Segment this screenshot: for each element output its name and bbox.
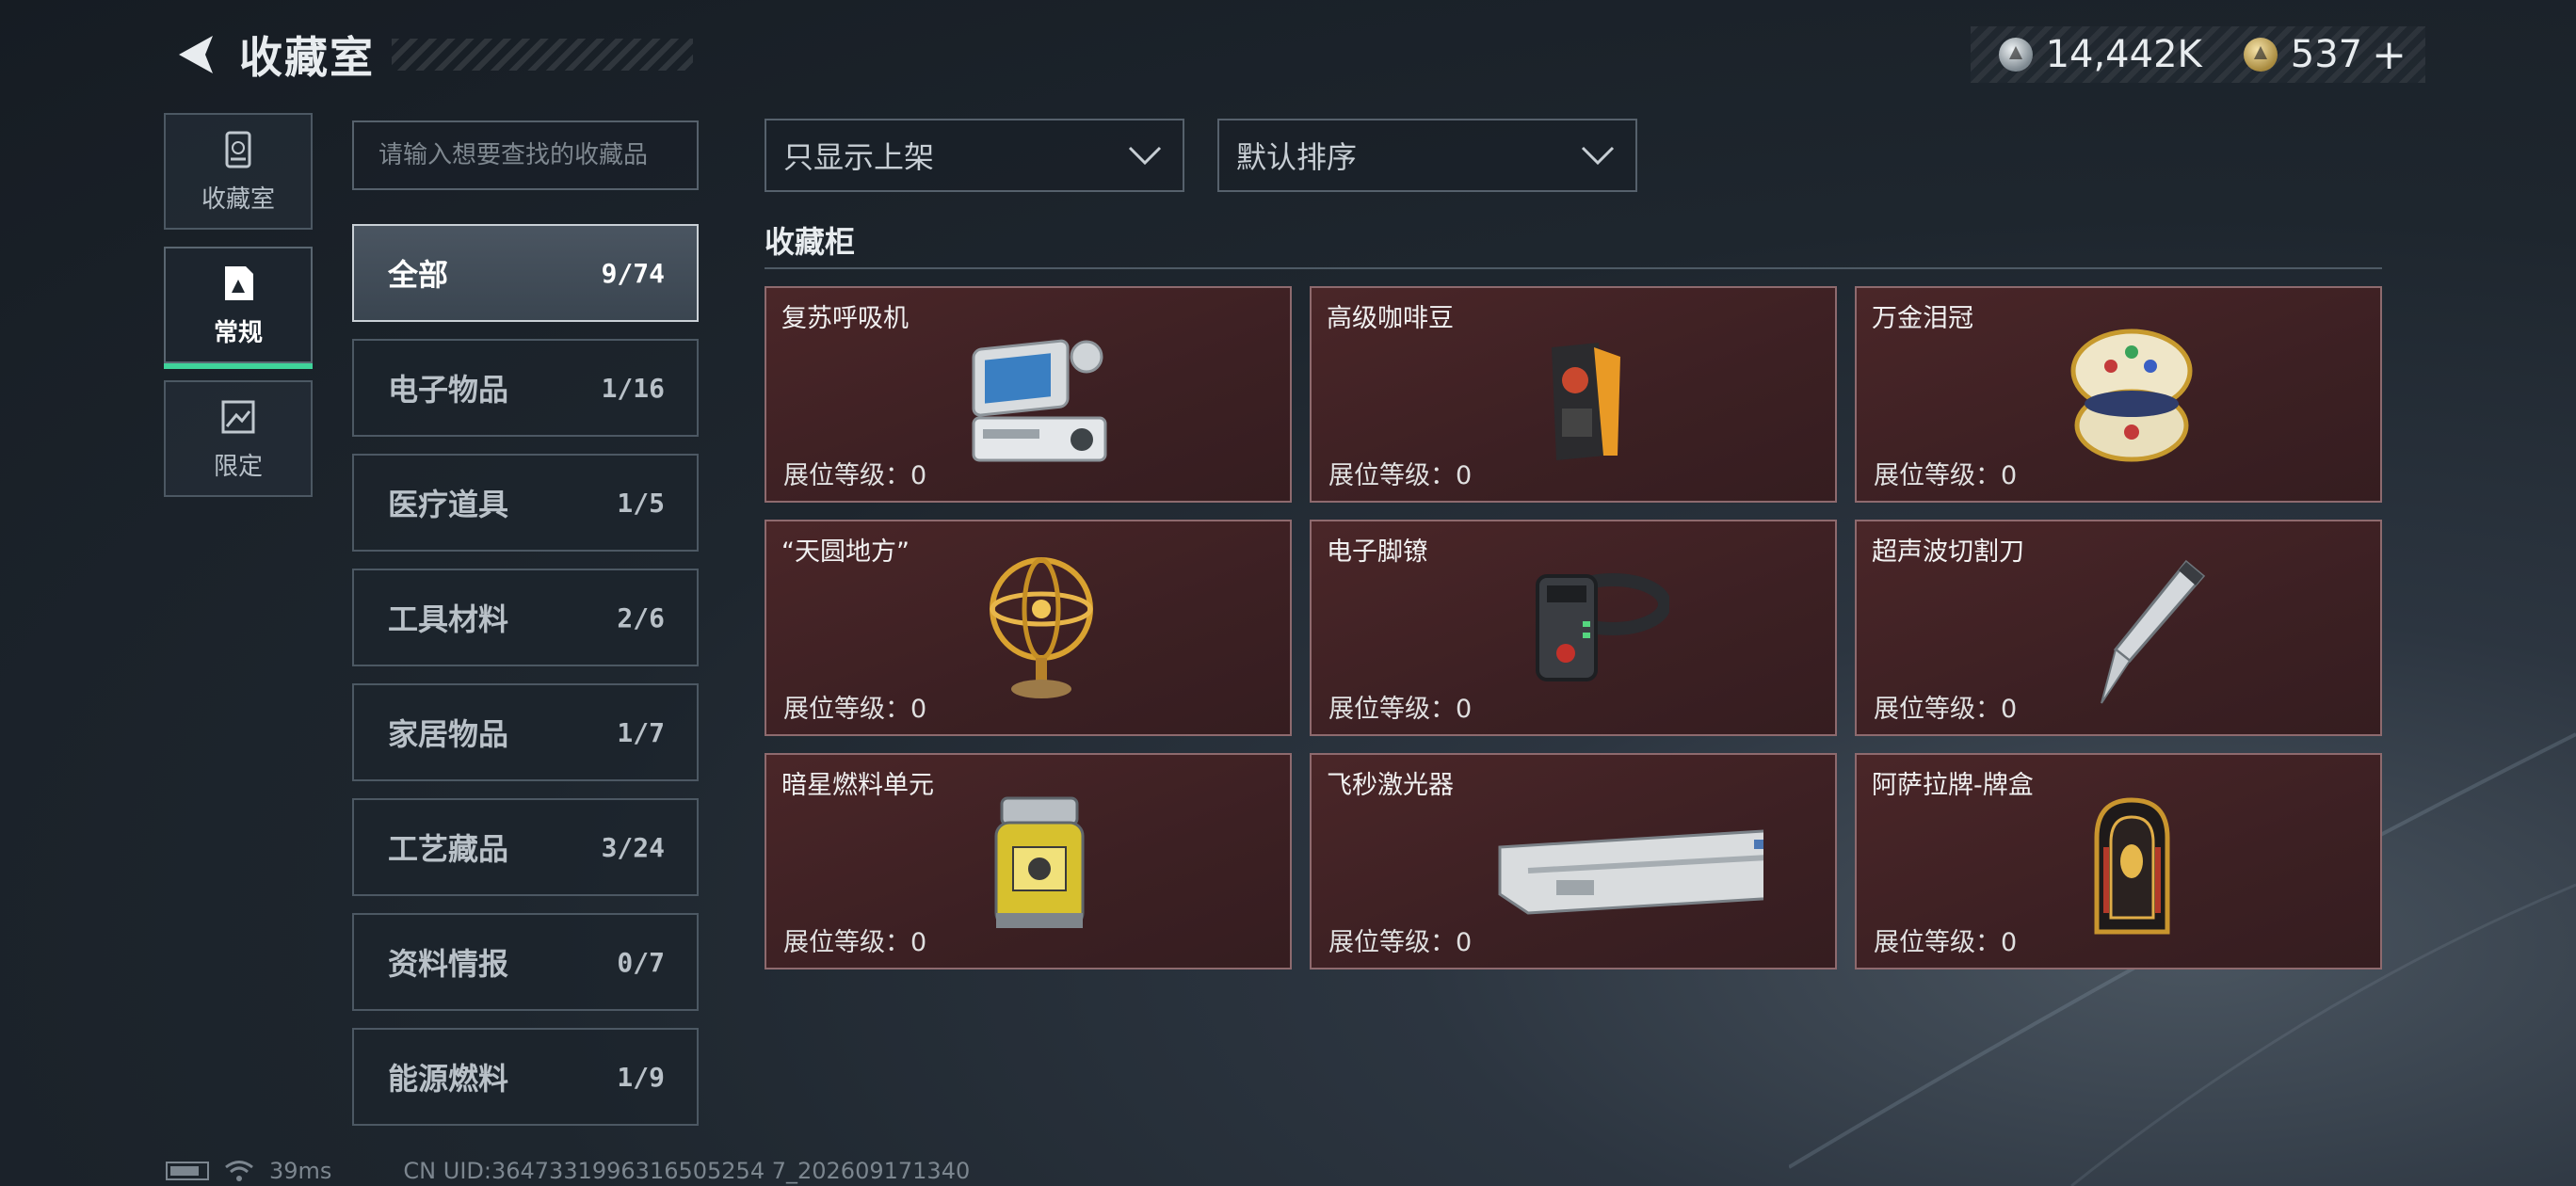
category-label: 工艺藏品: [388, 831, 509, 867]
wifi-icon: [225, 1161, 253, 1181]
coffee-bag-icon: [1552, 343, 1620, 460]
item-level: 展位等级：0: [783, 928, 927, 957]
nav-label: 限定: [213, 452, 263, 481]
category-count: 1/7: [617, 716, 665, 748]
category-label: 医疗道具: [388, 487, 509, 522]
category-label: 能源燃料: [388, 1061, 509, 1097]
category-all[interactable]: 全部 9/74: [352, 224, 699, 322]
item-name: “天圆地方”: [781, 537, 910, 567]
collection-card[interactable]: 万金泪冠 展位等级：0: [1855, 286, 2382, 503]
item-level: 展位等级：0: [1328, 695, 1473, 724]
back-arrow-icon: [179, 36, 213, 73]
item-name: 万金泪冠: [1872, 304, 1973, 333]
category-intel[interactable]: 资料情报 0/7: [352, 913, 699, 1011]
category-crafts[interactable]: 工艺藏品 3/24: [352, 798, 699, 896]
category-medical[interactable]: 医疗道具 1/5: [352, 454, 699, 552]
section-title: 收藏柜: [765, 224, 856, 260]
search-input[interactable]: [352, 120, 699, 190]
back-button[interactable]: [166, 26, 222, 83]
chevron-down-icon: [1128, 146, 1162, 166]
nav-item-regular[interactable]: 常规: [164, 247, 313, 369]
add-currency-button[interactable]: +: [2372, 31, 2407, 79]
title-decoration: [392, 39, 693, 71]
page-title: 收藏室: [239, 32, 375, 83]
item-level: 展位等级：0: [783, 461, 927, 490]
laser-module-icon: [1498, 829, 1763, 915]
silver-coin-icon: [1998, 38, 2033, 72]
category-count: 9/74: [601, 257, 665, 289]
nav-label: 常规: [213, 318, 263, 347]
nav-item-limited[interactable]: 限定: [164, 380, 313, 497]
silver-amount: 14,442K: [2045, 33, 2202, 76]
item-level: 展位等级：0: [1874, 695, 2018, 724]
status-bar: 39ms CN UID:3647331996316505254 7_202609…: [166, 1158, 970, 1184]
ping-value: 39ms: [269, 1158, 332, 1184]
ultrasonic-knife-icon: [2101, 559, 2206, 704]
category-label: 家居物品: [388, 716, 509, 752]
category-count: 3/24: [601, 831, 665, 863]
display-filter-dropdown[interactable]: 只显示上架: [765, 119, 1184, 192]
category-electronics[interactable]: 电子物品 1/16: [352, 339, 699, 437]
battery-icon: [166, 1162, 209, 1180]
card-box-icon: [2094, 797, 2170, 935]
item-level: 展位等级：0: [783, 695, 927, 724]
item-name: 高级咖啡豆: [1327, 304, 1454, 333]
armillary-sphere-icon: [990, 557, 1093, 698]
ankle-monitor-icon: [1536, 573, 1669, 681]
currency-bar: 14,442K 537 +: [1970, 26, 2425, 83]
category-label: 资料情报: [388, 946, 509, 982]
collection-card[interactable]: 暗星燃料单元 展位等级：0: [765, 753, 1292, 970]
section-divider: [765, 267, 2382, 269]
category-list: 全部 9/74 电子物品 1/16 医疗道具 1/5 工具材料 2/6 家居物品…: [352, 224, 699, 1143]
collection-card[interactable]: 阿萨拉牌-牌盒 展位等级：0: [1855, 753, 2382, 970]
category-label: 电子物品: [388, 372, 509, 408]
jeweled-egg-icon: [2070, 329, 2193, 462]
uid-text: CN UID:3647331996316505254 7_20260917134…: [403, 1158, 971, 1184]
item-name: 超声波切割刀: [1872, 537, 2024, 567]
image-icon: [221, 400, 255, 433]
collection-card[interactable]: 高级咖啡豆 展位等级：0: [1310, 286, 1837, 503]
display-filter-value: 只显示上架: [783, 139, 935, 175]
category-fuel[interactable]: 能源燃料 1/9: [352, 1028, 699, 1126]
ventilator-icon: [972, 339, 1107, 462]
nav-label: 收藏室: [201, 184, 275, 214]
gold-amount: 537: [2290, 33, 2363, 76]
item-level: 展位等级：0: [1874, 928, 2018, 957]
item-level: 展位等级：0: [1874, 461, 2018, 490]
collection-grid: 复苏呼吸机 展位等级：0 高级咖啡豆 展位等级：0 万金泪冠 展位等级：0 “天…: [765, 286, 2384, 970]
item-name: 复苏呼吸机: [781, 304, 909, 333]
category-count: 2/6: [617, 601, 665, 633]
collection-card[interactable]: 电子脚镣 展位等级：0: [1310, 520, 1837, 736]
fuel-canister-icon: [994, 796, 1085, 928]
collection-card[interactable]: 飞秒激光器 展位等级：0: [1310, 753, 1837, 970]
category-count: 0/7: [617, 946, 665, 978]
sort-dropdown[interactable]: 默认排序: [1217, 119, 1637, 192]
collection-card[interactable]: 超声波切割刀 展位等级：0: [1855, 520, 2382, 736]
item-level: 展位等级：0: [1328, 928, 1473, 957]
category-count: 1/9: [617, 1061, 665, 1093]
category-household[interactable]: 家居物品 1/7: [352, 683, 699, 781]
category-label: 工具材料: [388, 601, 509, 637]
bin-icon: [225, 131, 251, 168]
item-name: 阿萨拉牌-牌盒: [1872, 771, 2034, 800]
item-name: 电子脚镣: [1327, 537, 1428, 567]
collection-card[interactable]: 复苏呼吸机 展位等级：0: [765, 286, 1292, 503]
side-nav: 收藏室 常规 限定: [164, 113, 316, 514]
item-level: 展位等级：0: [1328, 461, 1473, 490]
category-count: 1/16: [601, 372, 665, 404]
item-name: 暗星燃料单元: [781, 771, 934, 800]
header: 收藏室: [166, 26, 693, 83]
chevron-down-icon: [1581, 146, 1615, 166]
gold-coin-icon: [2243, 38, 2278, 72]
sort-value: 默认排序: [1236, 139, 1358, 175]
document-icon: [225, 265, 253, 300]
collection-card[interactable]: “天圆地方” 展位等级：0: [765, 520, 1292, 736]
category-tools[interactable]: 工具材料 2/6: [352, 569, 699, 666]
nav-item-collection-room[interactable]: 收藏室: [164, 113, 313, 230]
category-count: 1/5: [617, 487, 665, 519]
category-label: 全部: [388, 257, 449, 293]
